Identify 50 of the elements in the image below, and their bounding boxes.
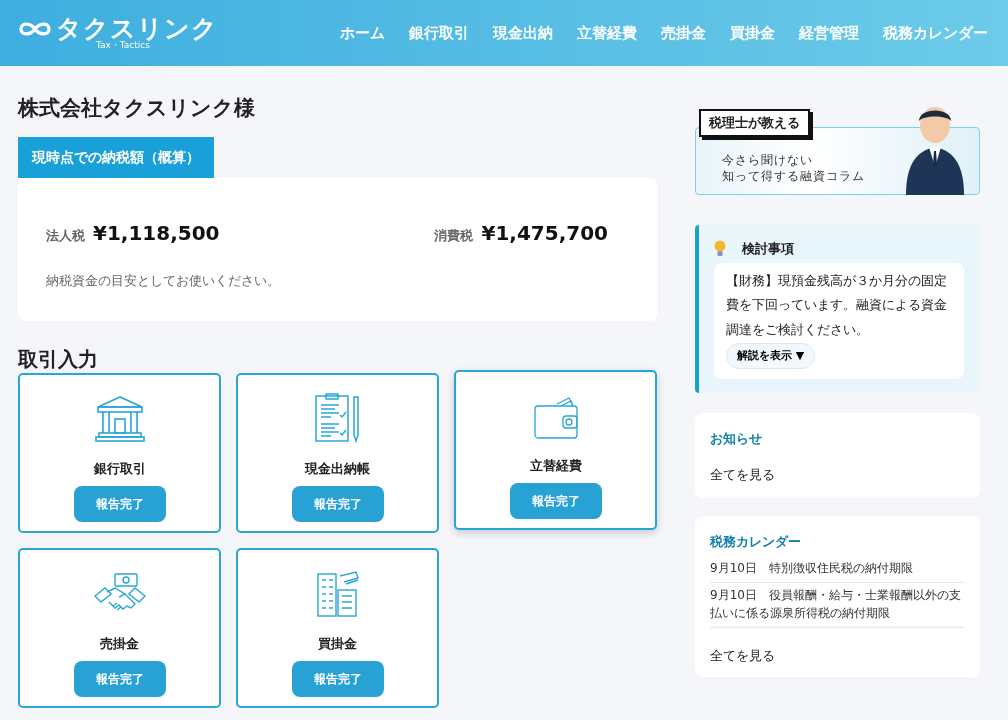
entry-card[interactable]: 現金出納帳 報告完了	[236, 372, 439, 533]
banner-badge: 税理士が教える	[699, 109, 810, 137]
see-all-link[interactable]: 全てを見る	[710, 466, 775, 482]
report-button[interactable]: 報告完了	[73, 486, 166, 523]
lightbulb-icon	[714, 240, 726, 258]
tax-label: 法人税	[46, 227, 85, 246]
nav-link[interactable]: 現金出納	[493, 21, 553, 45]
page-title: 株式会社タクスリンク様	[18, 96, 256, 122]
logo-subtext: Tax・Tactics	[96, 41, 150, 50]
nav-link[interactable]: 銀行取引	[409, 21, 469, 45]
card-label: 立替経費	[529, 456, 582, 475]
nav-link[interactable]: 買掛金	[730, 21, 775, 45]
report-button[interactable]: 報告完了	[291, 486, 384, 523]
buildings-icon	[315, 569, 360, 618]
summary-note: 納税資金の目安としてお使いください。	[46, 272, 281, 291]
nav-link[interactable]: ホーム	[340, 21, 385, 45]
explanation-toggle[interactable]: 解説を表示 ▼	[726, 342, 816, 370]
nav-link[interactable]: 税務カレンダー	[883, 21, 988, 45]
wallet-icon	[532, 395, 579, 440]
section-heading: 取引入力	[18, 346, 99, 371]
report-button[interactable]: 報告完了	[509, 483, 602, 520]
card-label: 現金出納帳	[305, 459, 370, 478]
card-label: 買掛金	[318, 634, 357, 653]
panel-title: 検討事項	[742, 240, 794, 258]
tax-label: 消費税	[434, 227, 474, 246]
clipboard-icon	[313, 392, 362, 443]
entry-card[interactable]: 売掛金 報告完了	[18, 547, 221, 708]
report-button[interactable]: 報告完了	[291, 661, 384, 698]
card-label: 銀行取引	[93, 459, 146, 478]
nav-link[interactable]: 売掛金	[661, 21, 706, 45]
banner-text: 今さら聞けない	[722, 151, 814, 168]
tax-amount: ¥1,475,700	[481, 220, 608, 248]
see-all-link[interactable]: 全てを見る	[710, 645, 775, 666]
nav-link[interactable]: 立替経費	[577, 21, 637, 45]
calendar-event[interactable]: 9月10日 特別徴収住民税の納付期限	[710, 555, 965, 583]
bank-icon	[94, 394, 145, 443]
banner-text: 知って得する融資コラム	[722, 168, 865, 185]
entry-card[interactable]: 立替経費 報告完了	[454, 369, 657, 530]
entry-card[interactable]: 銀行取引 報告完了	[18, 372, 221, 533]
calendar-event[interactable]: 9月10日 役員報酬・給与・士業報酬以外の支払いに係る源泉所得税の納付期限	[710, 582, 965, 628]
nav-link[interactable]: 経営管理	[799, 21, 859, 45]
summary-tab[interactable]: 現時点での納税額（概算）	[18, 137, 214, 179]
logo-text: タクスリンク	[56, 16, 218, 41]
calendar-title: 税務カレンダー	[710, 533, 802, 552]
tax-amount: ¥1,118,500	[93, 220, 220, 248]
card-label: 売掛金	[100, 634, 139, 653]
message-text: 【財務】現預金残高が３か月分の固定費を下回っています。融資による資金調達をご検討ください。	[726, 271, 948, 339]
news-title: お知らせ	[710, 430, 763, 449]
report-button[interactable]: 報告完了	[73, 661, 166, 698]
entry-card[interactable]: 買掛金 報告完了	[236, 547, 439, 708]
